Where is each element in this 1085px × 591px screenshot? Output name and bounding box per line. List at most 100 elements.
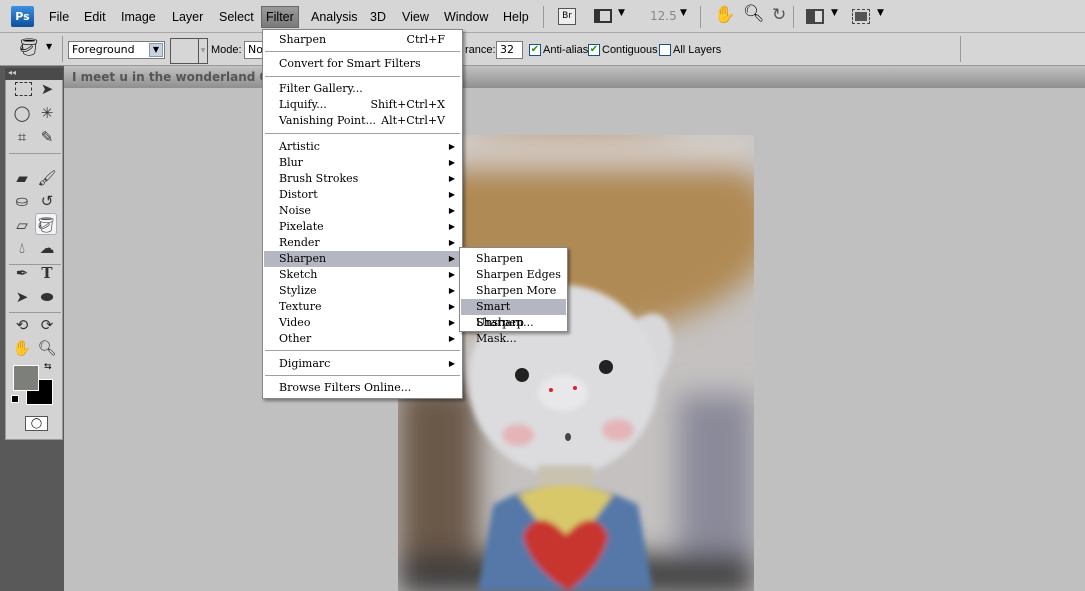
tolerance-input[interactable]: 32 (496, 41, 523, 59)
menu-window[interactable]: Window (440, 6, 492, 28)
submenu-item-sharpen-edges[interactable]: Sharpen Edges (461, 267, 566, 283)
menu-3d[interactable]: 3D (366, 6, 390, 28)
crop-tool-icon[interactable]: ⌗ (11, 126, 33, 148)
minibridge-button[interactable] (594, 9, 612, 23)
chevron-down-icon[interactable]: ▼ (831, 8, 838, 18)
menu-item-noise[interactable]: Noise ▶ (264, 203, 461, 219)
menu-filter[interactable]: Filter (261, 6, 299, 28)
hand-tool-icon[interactable]: ✋ (11, 337, 33, 359)
submenu-arrow-icon: ▶ (448, 302, 455, 311)
history-brush-icon[interactable]: ↺ (36, 190, 58, 212)
menu-item-filter-gallery[interactable]: Filter Gallery... (264, 81, 461, 97)
zoom-level[interactable]: 12.5 (650, 9, 677, 23)
submenu-arrow-icon: ▶ (448, 206, 455, 215)
foreground-color-swatch[interactable] (13, 365, 39, 391)
menu-item-distort[interactable]: Distort ▶ (264, 187, 461, 203)
menu-view[interactable]: View (398, 6, 433, 28)
3d-rotate-icon[interactable]: ⟲ (11, 314, 33, 336)
collapse-panel-icon[interactable]: ◂◂ (5, 68, 63, 80)
menu-item-label: Brush Strokes (279, 172, 359, 185)
default-colors-icon[interactable] (11, 395, 19, 403)
all-layers-checkbox[interactable] (659, 44, 671, 56)
menu-item-other[interactable]: Other ▶ (264, 331, 461, 347)
submenu-item-smart-sharpen[interactable]: Smart Sharpen... (461, 299, 566, 329)
menu-item-artistic[interactable]: Artistic ▶ (264, 139, 461, 155)
menu-item-label: Liquify... (279, 98, 327, 111)
submenu-item-unsharp-mask[interactable]: Unsharp Mask... (461, 315, 566, 345)
divider (960, 36, 961, 62)
eyedropper-icon[interactable]: ✎ (36, 126, 58, 148)
zoom-tool-icon[interactable]: 🔍︎ (36, 337, 58, 359)
divider (265, 76, 460, 77)
anti-alias-checkbox[interactable]: ✔ (529, 44, 541, 56)
menu-file[interactable]: File (45, 6, 73, 28)
menu-item-vanishing-point[interactable]: Vanishing Point... Alt+Ctrl+V (264, 113, 461, 129)
menu-select[interactable]: Select (215, 6, 258, 28)
submenu-arrow-icon: ▶ (448, 238, 455, 247)
menu-analysis[interactable]: Analysis (307, 6, 362, 28)
tools-panel: ➤ ◯ ✳ ⌗ ✎ ▰ 🖌︎ ⛀ ↺ ▱ 🪣︎ 💧︎ ☁ ✒ T ➤ ⬬ ⟲ ⟳… (5, 68, 63, 440)
move-tool-icon[interactable]: ➤ (36, 78, 58, 100)
submenu-item-sharpen-more[interactable]: Sharpen More (461, 283, 566, 299)
pattern-picker[interactable]: ▼ (170, 38, 208, 64)
pen-tool-icon[interactable]: ✒ (11, 262, 33, 284)
chevron-down-icon[interactable]: ▼ (149, 43, 163, 57)
type-tool-icon[interactable]: T (36, 262, 58, 284)
swap-colors-icon[interactable]: ⇆ (44, 362, 52, 372)
chevron-down-icon[interactable]: ▼ (680, 8, 687, 18)
fill-source-select[interactable]: Foreground ▼ (68, 41, 165, 59)
dodge-tool-icon[interactable]: ☁ (36, 237, 58, 259)
menu-item-label: Sharpen (279, 33, 327, 46)
chevron-down-icon[interactable]: ▼ (46, 42, 52, 51)
all-layers-label: All Layers (673, 44, 722, 56)
menu-item-sharpen[interactable]: Sharpen ▶ (264, 251, 461, 267)
arrange-documents-icon[interactable] (806, 9, 824, 24)
clone-stamp-icon[interactable]: ⛀ (11, 190, 33, 212)
paint-bucket-icon[interactable]: 🪣︎ (18, 38, 40, 58)
menu-item-video[interactable]: Video ▶ (264, 315, 461, 331)
3d-orbit-icon[interactable]: ⟳ (36, 314, 58, 336)
path-selection-icon[interactable]: ➤ (11, 286, 33, 308)
brush-tool-icon[interactable]: 🖌︎ (36, 167, 58, 189)
ellipse-tool-icon[interactable]: ⬬ (36, 286, 58, 308)
marquee-tool-icon[interactable] (15, 82, 32, 96)
menu-item-label: Vanishing Point... (279, 114, 377, 127)
hand-tool-icon[interactable]: ✋ (714, 5, 735, 25)
menu-item-liquify[interactable]: Liquify... Shift+Ctrl+X (264, 97, 461, 113)
screen-mode-icon[interactable] (852, 9, 870, 24)
menu-item-brush-strokes[interactable]: Brush Strokes ▶ (264, 171, 461, 187)
chevron-down-icon[interactable]: ▼ (877, 8, 884, 18)
chevron-down-icon[interactable]: ▼ (618, 8, 625, 18)
magic-wand-icon[interactable]: ✳ (36, 102, 58, 124)
submenu-item-sharpen[interactable]: Sharpen (461, 251, 566, 267)
zoom-tool-icon[interactable]: 🔍︎ (743, 4, 765, 24)
menu-layer[interactable]: Layer (168, 6, 207, 28)
menu-item-label: Pixelate (279, 220, 324, 233)
menu-item-digimarc[interactable]: Digimarc ▶ (264, 356, 461, 372)
menu-item-blur[interactable]: Blur ▶ (264, 155, 461, 171)
menu-item-pixelate[interactable]: Pixelate ▶ (264, 219, 461, 235)
menu-item-browse-filters-online[interactable]: Browse Filters Online... (264, 380, 461, 396)
lasso-tool-icon[interactable]: ◯ (11, 102, 33, 124)
rotate-view-icon[interactable]: ↻ (772, 5, 786, 25)
menu-item-render[interactable]: Render ▶ (264, 235, 461, 251)
healing-brush-icon[interactable]: ▰ (11, 167, 33, 189)
menu-item-sketch[interactable]: Sketch ▶ (264, 267, 461, 283)
menu-item-label: Noise (279, 204, 311, 217)
menu-item-stylize[interactable]: Stylize ▶ (264, 283, 461, 299)
eraser-icon[interactable]: ▱ (11, 214, 33, 236)
menu-bar: Ps File Edit Image Layer Select Filter A… (0, 0, 1085, 33)
bridge-button[interactable]: Br (558, 8, 576, 25)
contiguous-checkbox[interactable]: ✔ (588, 44, 600, 56)
blur-tool-icon[interactable]: 💧︎ (11, 237, 33, 259)
menu-item-texture[interactable]: Texture ▶ (264, 299, 461, 315)
paint-bucket-tool-icon[interactable]: 🪣︎ (35, 213, 57, 235)
menu-item-label: Texture (279, 300, 322, 313)
menu-item-convert-smart-filters[interactable]: Convert for Smart Filters (264, 56, 461, 72)
menu-edit[interactable]: Edit (80, 6, 110, 28)
menu-image[interactable]: Image (117, 6, 160, 28)
menu-item-last-filter[interactable]: Sharpen Ctrl+F (264, 32, 461, 48)
menu-help[interactable]: Help (499, 6, 533, 28)
quick-mask-icon[interactable]: ◯ (25, 416, 48, 431)
submenu-arrow-icon: ▶ (448, 286, 455, 295)
